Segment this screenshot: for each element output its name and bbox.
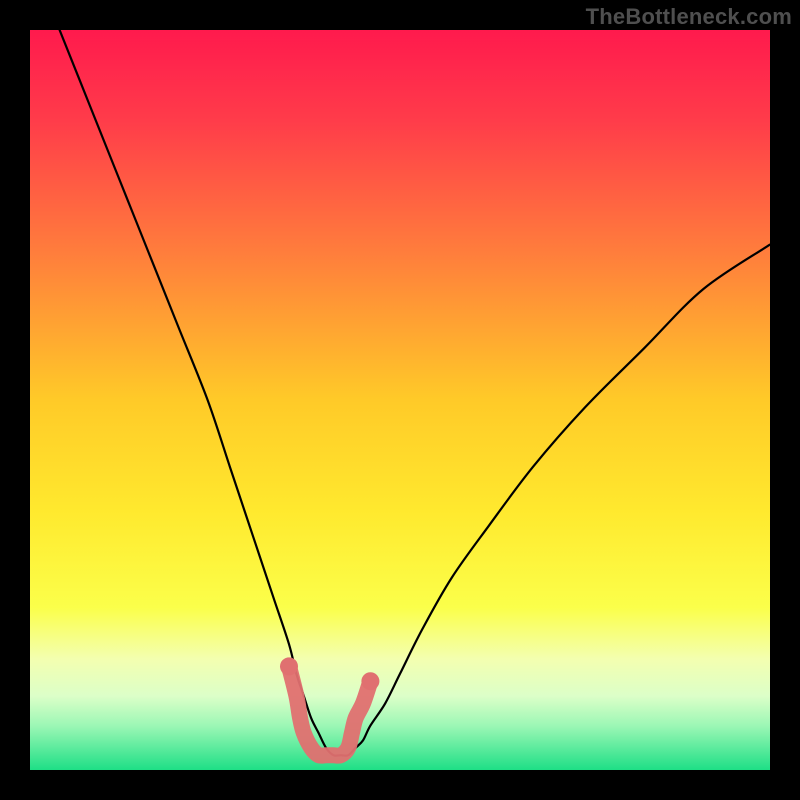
gradient-background bbox=[30, 30, 770, 770]
watermark-text: TheBottleneck.com bbox=[586, 4, 792, 30]
chart-frame: TheBottleneck.com bbox=[0, 0, 800, 800]
chart-svg bbox=[30, 30, 770, 770]
valley-marker-endpoint bbox=[361, 672, 379, 690]
plot-area bbox=[30, 30, 770, 770]
valley-marker-endpoint bbox=[280, 657, 298, 675]
